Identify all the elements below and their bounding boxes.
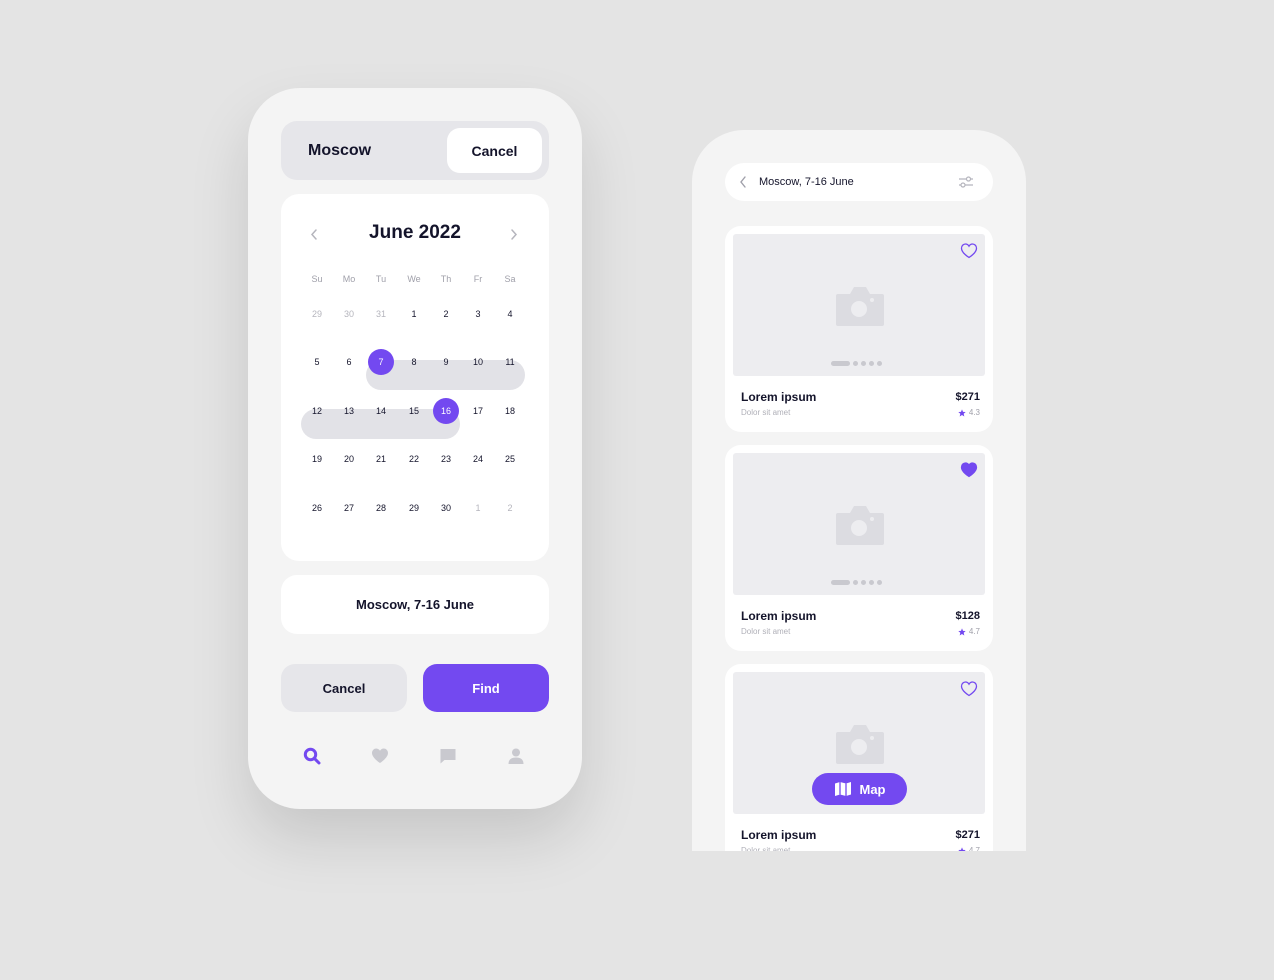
weekday-label: Sa bbox=[504, 274, 516, 284]
calendar-day[interactable]: 24 bbox=[465, 446, 491, 472]
calendar-day[interactable]: 4 bbox=[497, 301, 523, 327]
city-search-bar[interactable]: Moscow Cancel bbox=[281, 121, 549, 180]
calendar-day[interactable]: 14 bbox=[368, 398, 394, 424]
calendar-day[interactable]: 1 bbox=[401, 301, 427, 327]
next-month-chevron-icon[interactable] bbox=[504, 224, 524, 244]
calendar-day[interactable]: 29 bbox=[401, 495, 427, 521]
calendar: June 2022 Su Mo Tu We Th Fr Sa 29 30 31 1 2 3 4 5 6 7 8 9… bbox=[281, 194, 549, 561]
city-name: Moscow bbox=[308, 142, 372, 159]
heart-icon bbox=[372, 748, 388, 763]
map-icon bbox=[834, 782, 851, 796]
tab-search[interactable] bbox=[301, 745, 323, 767]
listing-subtitle: Dolor sit amet bbox=[741, 408, 791, 417]
calendar-day[interactable]: 6 bbox=[336, 349, 362, 375]
calendar-day[interactable]: 7 bbox=[368, 349, 394, 375]
calendar-day[interactable]: 1 bbox=[465, 495, 491, 521]
search-cancel-button[interactable]: Cancel bbox=[447, 128, 542, 173]
search-icon bbox=[303, 747, 321, 765]
calendar-day[interactable]: 8 bbox=[401, 349, 427, 375]
calendar-day[interactable]: 11 bbox=[497, 349, 523, 375]
listing-subtitle: Dolor sit amet bbox=[741, 846, 791, 851]
camera-placeholder-icon bbox=[836, 725, 884, 764]
map-button[interactable]: Map bbox=[812, 773, 907, 805]
calendar-day[interactable]: 9 bbox=[433, 349, 459, 375]
weekday-label: Tu bbox=[375, 274, 387, 284]
calendar-day[interactable]: 21 bbox=[368, 446, 394, 472]
favorite-heart-icon[interactable] bbox=[960, 461, 978, 479]
listing-title: Lorem ipsum bbox=[741, 828, 817, 842]
calendar-day[interactable]: 16 bbox=[433, 398, 459, 424]
results-screen: Moscow, 7-16 June Lorem ipsum Dolor sit a… bbox=[692, 130, 1026, 851]
calendar-day[interactable]: 19 bbox=[304, 446, 330, 472]
weekday-label: Fr bbox=[473, 274, 483, 284]
back-chevron-icon[interactable] bbox=[739, 176, 747, 188]
cancel-button[interactable]: Cancel bbox=[281, 664, 407, 712]
rating-value: 4.7 bbox=[968, 846, 980, 851]
listing-photo[interactable] bbox=[733, 453, 985, 595]
listing-rating: 4.7 bbox=[958, 627, 980, 636]
listing-price: $271 bbox=[955, 829, 980, 841]
calendar-day[interactable]: 30 bbox=[433, 495, 459, 521]
star-icon bbox=[958, 846, 966, 851]
chat-icon bbox=[440, 749, 456, 764]
tab-messages[interactable] bbox=[437, 745, 459, 767]
listing-card[interactable]: Lorem ipsum Dolor sit amet $271 4.7 bbox=[725, 664, 993, 851]
find-button[interactable]: Find bbox=[423, 664, 549, 712]
photo-pagination-dots bbox=[831, 580, 882, 585]
favorite-heart-icon[interactable] bbox=[960, 680, 978, 698]
results-title: Moscow, 7-16 June bbox=[759, 176, 854, 188]
listing-title: Lorem ipsum bbox=[741, 390, 817, 404]
rating-value: 4.3 bbox=[968, 408, 980, 417]
selected-dates-summary: Moscow, 7-16 June bbox=[281, 575, 549, 634]
listing-subtitle: Dolor sit amet bbox=[741, 627, 791, 636]
camera-placeholder-icon bbox=[836, 506, 884, 545]
map-button-label: Map bbox=[859, 781, 886, 797]
calendar-day[interactable]: 29 bbox=[304, 301, 330, 327]
weekday-label: We bbox=[407, 274, 421, 284]
tab-profile[interactable] bbox=[505, 745, 527, 767]
calendar-day[interactable]: 17 bbox=[465, 398, 491, 424]
calendar-day[interactable]: 27 bbox=[336, 495, 362, 521]
photo-pagination-dots bbox=[831, 361, 882, 366]
date-picker-screen: Moscow Cancel June 2022 Su Mo Tu We Th Fr Sa 2… bbox=[248, 88, 582, 809]
star-icon bbox=[958, 408, 966, 416]
star-icon bbox=[958, 627, 966, 635]
calendar-day[interactable]: 2 bbox=[497, 495, 523, 521]
camera-placeholder-icon bbox=[836, 287, 884, 326]
results-header: Moscow, 7-16 June bbox=[725, 163, 993, 201]
tab-favorites[interactable] bbox=[369, 745, 391, 767]
calendar-day[interactable]: 15 bbox=[401, 398, 427, 424]
calendar-day[interactable]: 10 bbox=[465, 349, 491, 375]
calendar-day[interactable]: 28 bbox=[368, 495, 394, 521]
listing-photo[interactable] bbox=[733, 234, 985, 376]
listing-rating: 4.7 bbox=[958, 846, 980, 851]
listing-card[interactable]: Lorem ipsum Dolor sit amet $271 4.3 bbox=[725, 226, 993, 432]
calendar-day[interactable]: 30 bbox=[336, 301, 362, 327]
calendar-day[interactable]: 25 bbox=[497, 446, 523, 472]
calendar-day[interactable]: 13 bbox=[336, 398, 362, 424]
weekday-label: Th bbox=[440, 274, 452, 284]
favorite-heart-icon[interactable] bbox=[960, 242, 978, 260]
calendar-day[interactable]: 20 bbox=[336, 446, 362, 472]
calendar-day[interactable]: 23 bbox=[433, 446, 459, 472]
calendar-day[interactable]: 22 bbox=[401, 446, 427, 472]
filter-icon[interactable] bbox=[958, 175, 974, 189]
calendar-day[interactable]: 12 bbox=[304, 398, 330, 424]
weekday-label: Su bbox=[311, 274, 323, 284]
calendar-day[interactable]: 18 bbox=[497, 398, 523, 424]
weekday-label: Mo bbox=[342, 274, 356, 284]
listing-title: Lorem ipsum bbox=[741, 609, 817, 623]
listing-rating: 4.3 bbox=[958, 408, 980, 417]
rating-value: 4.7 bbox=[968, 627, 980, 636]
listing-price: $128 bbox=[955, 610, 980, 622]
calendar-day[interactable]: 3 bbox=[465, 301, 491, 327]
listing-card[interactable]: Lorem ipsum Dolor sit amet $128 4.7 bbox=[725, 445, 993, 651]
listing-price: $271 bbox=[955, 391, 980, 403]
calendar-day[interactable]: 31 bbox=[368, 301, 394, 327]
calendar-day[interactable]: 26 bbox=[304, 495, 330, 521]
user-icon bbox=[508, 748, 524, 764]
calendar-day[interactable]: 2 bbox=[433, 301, 459, 327]
calendar-day[interactable]: 5 bbox=[304, 349, 330, 375]
